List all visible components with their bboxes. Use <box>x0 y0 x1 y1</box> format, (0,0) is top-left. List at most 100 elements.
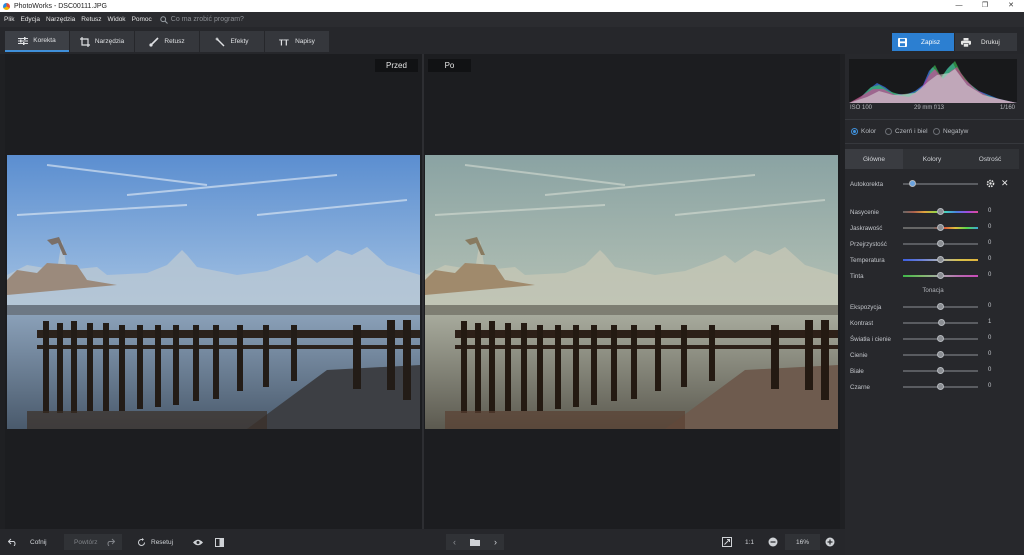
search-box[interactable]: Co ma zrobić program? <box>160 15 244 24</box>
magic-wand-icon <box>215 36 225 46</box>
zoom-in-button[interactable] <box>825 534 835 550</box>
eye-icon <box>193 539 203 545</box>
compare-view-button[interactable] <box>215 534 224 550</box>
before-photo <box>7 155 420 429</box>
slider-value: 0 <box>988 224 992 230</box>
redo-button[interactable]: Powtórz <box>64 534 122 550</box>
radio-label: Negatyw <box>943 128 969 135</box>
svg-text:TT: TT <box>279 38 289 46</box>
tone-slider-value: 0 <box>988 383 992 389</box>
slider-knob[interactable] <box>937 272 944 279</box>
next-arrow-icon[interactable]: › <box>494 537 497 547</box>
histogram <box>849 59 1017 103</box>
tone-slider-knob[interactable] <box>937 367 944 374</box>
radio-kolor[interactable]: Kolor <box>851 128 876 135</box>
radio-label: Czerń i biel <box>895 128 928 135</box>
toolbar: Korekta Narzędzia Retusz Efekty TT Napis… <box>0 27 1024 54</box>
app-logo-icon <box>3 2 10 10</box>
tone-slider-value: 0 <box>988 303 992 309</box>
lens-value: 29 mm f/13 <box>914 105 945 111</box>
slider-label: Tinta <box>850 272 864 280</box>
before-label: Przed <box>375 59 418 72</box>
radio-negatyw[interactable]: Negatyw <box>933 128 968 135</box>
zoom-value[interactable]: 16% <box>785 534 820 550</box>
preview-eye-button[interactable] <box>193 534 203 550</box>
slider-label: Temperatura <box>850 256 885 264</box>
slider-knob[interactable] <box>937 240 944 247</box>
fit-screen-button[interactable] <box>722 534 732 550</box>
tab-narzedzia[interactable]: Narzędzia <box>70 31 134 52</box>
minimize-icon[interactable]: — <box>946 0 972 12</box>
menu-retusz[interactable]: Retusz <box>81 16 101 23</box>
radio-selected-icon <box>851 128 858 135</box>
tone-slider-knob[interactable] <box>937 383 944 390</box>
undo-label: Cofnij <box>30 538 47 546</box>
tone-slider-label: Białe <box>850 367 864 375</box>
tone-slider-label: Kontrast <box>850 319 874 327</box>
reset-button[interactable]: Resetuj <box>137 534 173 550</box>
menu-pomoc[interactable]: Pomoc <box>132 16 152 23</box>
tone-slider-knob[interactable] <box>937 303 944 310</box>
radio-icon <box>885 128 892 135</box>
save-label: Zapisz <box>921 38 941 46</box>
menu-plik[interactable]: Plik <box>4 16 14 23</box>
search-icon <box>160 15 168 24</box>
autokorekta-label: Autokorekta <box>850 180 884 188</box>
save-button[interactable]: Zapisz <box>892 33 954 51</box>
tone-slider-label: Światła i cienie <box>850 335 891 343</box>
tab-retusz[interactable]: Retusz <box>135 31 199 52</box>
zoom-in-icon <box>825 537 835 547</box>
tab-kolory[interactable]: Kolory <box>903 149 961 169</box>
bottom-bar <box>0 529 845 555</box>
tone-slider-knob[interactable] <box>937 319 945 326</box>
radio-czern-i-biel[interactable]: Czerń i biel <box>885 128 928 135</box>
tab-efekty[interactable]: Efekty <box>200 31 264 52</box>
slider-knob[interactable] <box>937 256 944 263</box>
reset-label: Resetuj <box>151 538 174 546</box>
maximize-icon[interactable]: ❐ <box>972 0 998 12</box>
close-icon[interactable]: ✕ <box>998 0 1024 12</box>
tab-glowne[interactable]: Główne <box>845 149 903 169</box>
slider-knob[interactable] <box>937 208 944 215</box>
redo-icon <box>107 538 116 546</box>
tone-slider-label: Ekspozycja <box>850 303 882 311</box>
menu-edycja[interactable]: Edycja <box>20 16 40 23</box>
slider-value: 0 <box>988 272 992 278</box>
tab-label: Narzędzia <box>94 38 125 45</box>
reset-autokorekta-icon[interactable]: ✕ <box>1001 178 1009 189</box>
zoom-out-button[interactable] <box>768 534 778 550</box>
settings-gear-icon[interactable] <box>986 179 995 190</box>
fit-screen-icon <box>722 537 732 547</box>
radio-label: Kolor <box>861 128 877 135</box>
divider <box>845 143 1024 144</box>
navigation-group: ‹ › <box>446 534 504 550</box>
tab-korekta[interactable]: Korekta <box>5 31 69 52</box>
window-title: PhotoWorks - DSC00111.JPG <box>14 2 107 10</box>
slider-value: 0 <box>988 208 992 214</box>
tone-slider-value: 0 <box>988 367 992 373</box>
tab-napisy[interactable]: TT Napisy <box>265 31 329 52</box>
tonacja-heading: Tonacja <box>922 287 944 294</box>
after-label: Po <box>428 59 471 72</box>
crop-icon <box>79 36 90 47</box>
menu-widok[interactable]: Widok <box>108 16 126 23</box>
tab-ostrosc[interactable]: Ostrość <box>961 149 1019 169</box>
compare-divider[interactable] <box>422 54 424 529</box>
zoom-1-1-button[interactable]: 1:1 <box>745 534 754 550</box>
title-bar: PhotoWorks - DSC00111.JPG — ❐ ✕ <box>0 0 1024 12</box>
folder-icon[interactable] <box>470 538 480 546</box>
after-photo <box>425 155 838 429</box>
slider-value: 0 <box>988 256 992 262</box>
tone-slider-knob[interactable] <box>937 351 944 358</box>
slider-knob[interactable] <box>937 224 944 231</box>
tab-label: Napisy <box>295 38 315 45</box>
menu-narzedzia[interactable]: Narzędzia <box>46 16 75 23</box>
tone-slider-knob[interactable] <box>937 335 944 342</box>
undo-button[interactable]: Cofnij <box>8 534 47 550</box>
print-button[interactable]: Drukuj <box>955 33 1017 51</box>
zoom-out-icon <box>768 537 778 547</box>
exif-info: ISO 100 29 mm f/13 1/160 <box>849 105 1017 114</box>
tone-slider-label: Czarne <box>850 383 870 391</box>
prev-arrow-icon[interactable]: ‹ <box>453 537 456 547</box>
menu-bar: Plik Edycja Narzędzia Retusz Widok Pomoc… <box>0 12 1024 27</box>
